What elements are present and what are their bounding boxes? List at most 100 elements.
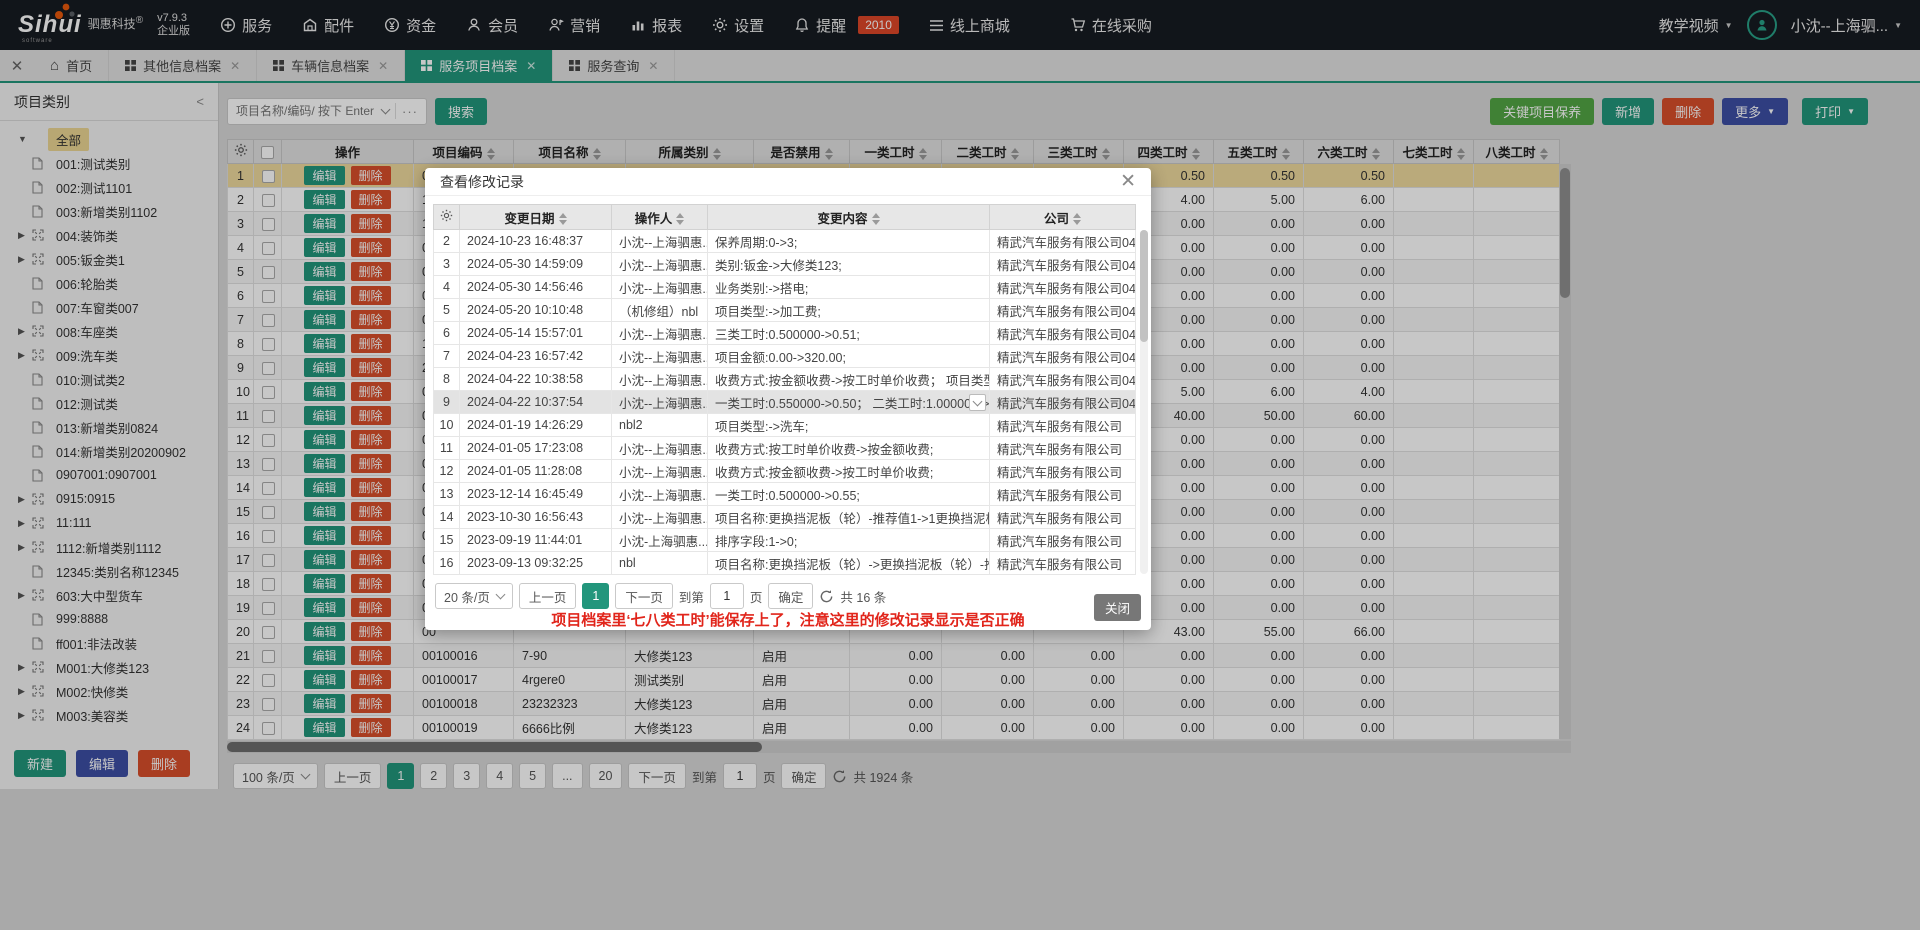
company-cell: 精武汽车服务有限公司	[990, 506, 1136, 529]
company-cell: 精武汽车服务有限公司04...	[990, 230, 1136, 253]
change-date-cell: 2024-10-23 16:48:37	[460, 230, 612, 253]
change-content-cell: 一类工时:0.500000->0.55;	[708, 483, 990, 506]
goto-confirm-button[interactable]: 确定	[768, 583, 813, 609]
record-row[interactable]: 9 2024-04-22 10:37:54 小沈--上海驷惠... 一类工时:0…	[434, 391, 1136, 414]
chevron-down-icon	[495, 590, 505, 600]
sort-icon[interactable]	[676, 213, 684, 225]
modification-records-modal: 查看修改记录 ✕ 变更日期 操作人 变更内容 公司	[425, 168, 1151, 630]
record-number: 9	[434, 391, 460, 414]
company-cell: 精武汽车服务有限公司04...	[990, 368, 1136, 391]
modal-vertical-scrollbar[interactable]	[1140, 230, 1148, 574]
record-number: 12	[434, 460, 460, 483]
prev-page-button[interactable]: 上一页	[519, 583, 577, 609]
change-date-cell: 2023-10-30 16:56:43	[460, 506, 612, 529]
record-row[interactable]: 15 2023-09-19 11:44:01 小沈-上海驷惠... 排序字段:1…	[434, 529, 1136, 552]
record-number: 6	[434, 322, 460, 345]
annotation-text: 项目档案里‘七八类工时’能保存上了，注意这里的修改记录显示是否正确	[551, 609, 1024, 630]
company-cell: 精武汽车服务有限公司	[990, 437, 1136, 460]
record-number: 15	[434, 529, 460, 552]
record-row[interactable]: 16 2023-09-13 09:32:25 nbl 项目名称:更换挡泥板（轮）…	[434, 552, 1136, 575]
operator-cell: 小沈--上海驷惠...	[612, 391, 708, 414]
change-content-cell: 项目名称:更换挡泥板（轮）-推荐值1->1更换挡泥板（轮...	[708, 506, 990, 529]
operator-cell: 小沈--上海驷惠...	[612, 230, 708, 253]
page-number-button[interactable]: 1	[582, 583, 609, 609]
records-header-row: 变更日期 操作人 变更内容 公司	[434, 205, 1136, 230]
change-date-cell: 2024-01-05 11:28:08	[460, 460, 612, 483]
records-table: 变更日期 操作人 变更内容 公司 2 2024-10-23 16:48:37 小…	[433, 204, 1136, 575]
column-header-content[interactable]: 变更内容	[708, 205, 990, 230]
operator-cell: 小沈--上海驷惠...	[612, 460, 708, 483]
record-number: 3	[434, 253, 460, 276]
page-size-select[interactable]: 20 条/页	[435, 583, 513, 609]
change-date-cell: 2024-04-23 16:57:42	[460, 345, 612, 368]
goto-page-input[interactable]	[710, 583, 744, 609]
record-row[interactable]: 6 2024-05-14 15:57:01 小沈--上海驷惠... 三类工时:0…	[434, 322, 1136, 345]
change-date-cell: 2024-01-05 17:23:08	[460, 437, 612, 460]
record-row[interactable]: 12 2024-01-05 11:28:08 小沈--上海驷惠... 收费方式:…	[434, 460, 1136, 483]
operator-cell: 小沈--上海驷惠...	[612, 368, 708, 391]
change-date-cell: 2023-09-13 09:32:25	[460, 552, 612, 575]
company-cell: 精武汽车服务有限公司	[990, 483, 1136, 506]
operator-cell: （机修组）nbl	[612, 299, 708, 322]
scrollbar-thumb[interactable]	[1140, 230, 1148, 342]
record-row[interactable]: 3 2024-05-30 14:59:09 小沈--上海驷惠... 类别:钣金-…	[434, 253, 1136, 276]
operator-cell: 小沈--上海驷惠...	[612, 276, 708, 299]
change-date-cell: 2024-01-19 14:26:29	[460, 414, 612, 437]
record-row[interactable]: 13 2023-12-14 16:45:49 小沈--上海驷惠... 一类工时:…	[434, 483, 1136, 506]
change-date-cell: 2024-04-22 10:37:54	[460, 391, 612, 414]
record-row[interactable]: 2 2024-10-23 16:48:37 小沈--上海驷惠... 保养周期:0…	[434, 230, 1136, 253]
record-row[interactable]: 14 2023-10-30 16:56:43 小沈--上海驷惠... 项目名称:…	[434, 506, 1136, 529]
operator-cell: 小沈--上海驷惠...	[612, 437, 708, 460]
gear-icon	[440, 209, 453, 222]
record-row[interactable]: 11 2024-01-05 17:23:08 小沈--上海驷惠... 收费方式:…	[434, 437, 1136, 460]
change-date-cell: 2024-05-14 15:57:01	[460, 322, 612, 345]
sort-icon[interactable]	[559, 213, 567, 225]
record-number: 11	[434, 437, 460, 460]
record-row[interactable]: 10 2024-01-19 14:26:29 nbl2 项目类型:->洗车; 精…	[434, 414, 1136, 437]
column-header-company[interactable]: 公司	[990, 205, 1136, 230]
company-cell: 精武汽车服务有限公司04...	[990, 299, 1136, 322]
total-count-label: 共 16 条	[840, 587, 886, 606]
record-row[interactable]: 5 2024-05-20 10:10:48 （机修组）nbl 项目类型:->加工…	[434, 299, 1136, 322]
next-page-button[interactable]: 下一页	[615, 583, 673, 609]
gear-column-header[interactable]	[434, 205, 460, 230]
record-row[interactable]: 8 2024-04-22 10:38:58 小沈--上海驷惠... 收费方式:按…	[434, 368, 1136, 391]
change-content-cell: 三类工时:0.500000->0.51;	[708, 322, 990, 345]
column-header-date[interactable]: 变更日期	[460, 205, 612, 230]
change-content-cell: 保养周期:0->3;	[708, 230, 990, 253]
change-content-cell: 项目金额:0.00->320.00;	[708, 345, 990, 368]
change-content-cell: 收费方式:按金额收费->按工时单价收费； 项目类型:洗车-...	[708, 368, 990, 391]
company-cell: 精武汽车服务有限公司04...	[990, 276, 1136, 299]
record-number: 2	[434, 230, 460, 253]
operator-cell: 小沈--上海驷惠...	[612, 322, 708, 345]
operator-cell: 小沈--上海驷惠...	[612, 506, 708, 529]
record-row[interactable]: 4 2024-05-30 14:56:46 小沈--上海驷惠... 业务类别:-…	[434, 276, 1136, 299]
company-cell: 精武汽车服务有限公司04...	[990, 345, 1136, 368]
sort-icon[interactable]	[872, 213, 880, 225]
close-modal-button[interactable]: 关闭	[1094, 594, 1141, 621]
record-row[interactable]: 7 2024-04-23 16:57:42 小沈--上海驷惠... 项目金额:0…	[434, 345, 1136, 368]
close-icon[interactable]: ✕	[1120, 172, 1136, 191]
change-content-cell: 业务类别:->搭电;	[708, 276, 990, 299]
operator-cell: nbl	[612, 552, 708, 575]
change-content-cell: 一类工时:0.550000->0.50； 二类工时:1.000000->0.50…	[708, 391, 990, 414]
operator-cell: 小沈--上海驷惠...	[612, 253, 708, 276]
change-date-cell: 2024-05-30 14:56:46	[460, 276, 612, 299]
change-content-cell: 项目类型:->加工费;	[708, 299, 990, 322]
sort-icon[interactable]	[1073, 213, 1081, 225]
goto-label: 到第	[679, 587, 704, 606]
refresh-icon[interactable]	[819, 589, 834, 604]
operator-cell: 小沈--上海驷惠...	[612, 483, 708, 506]
record-number: 16	[434, 552, 460, 575]
company-cell: 精武汽车服务有限公司04...	[990, 253, 1136, 276]
record-number: 14	[434, 506, 460, 529]
change-content-cell: 收费方式:按工时单价收费->按金额收费;	[708, 437, 990, 460]
column-header-operator[interactable]: 操作人	[612, 205, 708, 230]
expand-content-button[interactable]	[969, 394, 986, 411]
record-number: 5	[434, 299, 460, 322]
company-cell: 精武汽车服务有限公司	[990, 529, 1136, 552]
company-cell: 精武汽车服务有限公司	[990, 460, 1136, 483]
company-cell: 精武汽车服务有限公司	[990, 552, 1136, 575]
goto-suffix: 页	[750, 587, 763, 606]
record-number: 4	[434, 276, 460, 299]
